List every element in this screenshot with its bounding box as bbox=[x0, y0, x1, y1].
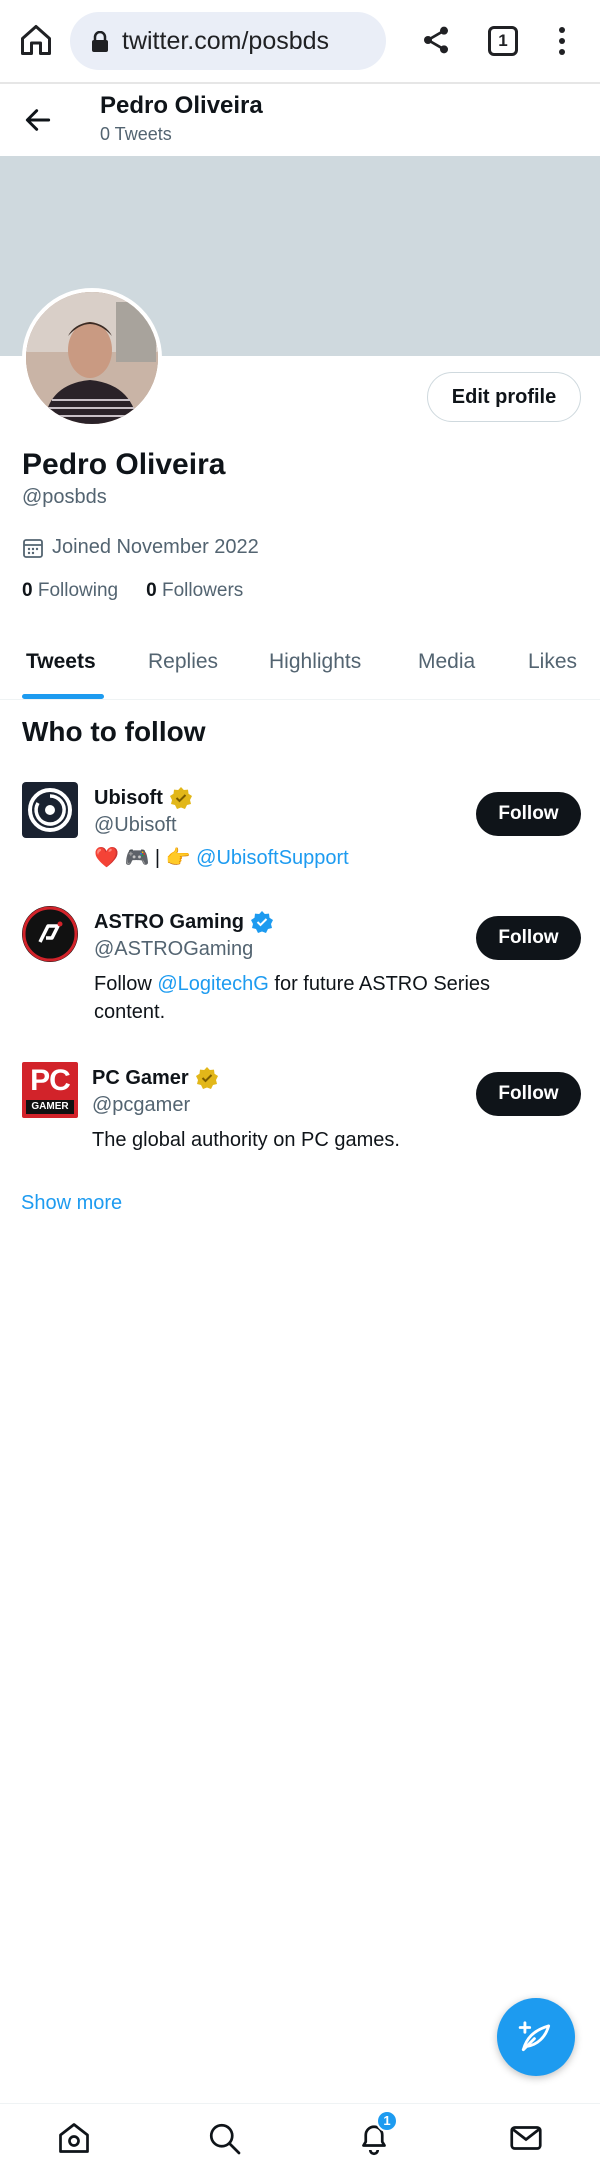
followers-link[interactable]: 0 Followers bbox=[146, 580, 243, 602]
gold-verified-icon bbox=[195, 1067, 218, 1089]
list-item[interactable]: ASTRO Gaming @ASTROGaming Follow @Logite… bbox=[0, 904, 600, 1034]
account-handle: @Ubisoft bbox=[94, 814, 177, 836]
pc-gamer-logo-text: PC bbox=[30, 1064, 71, 1097]
follow-button[interactable]: Follow bbox=[476, 916, 581, 960]
follow-button[interactable]: Follow bbox=[476, 792, 581, 836]
bio-text: Follow bbox=[94, 973, 158, 995]
messages-envelope-icon[interactable] bbox=[508, 2120, 544, 2156]
astro-gaming-logo bbox=[22, 906, 78, 962]
url-text: twitter.com/posbds bbox=[122, 27, 330, 55]
profile-top-bar: Pedro Oliveira 0 Tweets bbox=[0, 84, 600, 156]
account-name[interactable]: Ubisoft bbox=[94, 786, 193, 810]
tab-likes[interactable]: Likes bbox=[528, 650, 577, 674]
compose-feather-icon bbox=[518, 2021, 551, 2052]
notification-count-badge: 1 bbox=[376, 2110, 398, 2132]
gold-verified-icon bbox=[169, 787, 192, 809]
bottom-navigation bbox=[0, 2103, 600, 2167]
active-tab-indicator bbox=[22, 694, 104, 699]
following-link[interactable]: 0 Following bbox=[22, 580, 118, 602]
search-nav-icon[interactable] bbox=[206, 2120, 242, 2156]
pc-gamer-logo: PC GAMER bbox=[22, 1062, 78, 1118]
blue-verified-icon bbox=[251, 911, 274, 933]
tab-tweets[interactable]: Tweets bbox=[26, 650, 96, 674]
follow-button[interactable]: Follow bbox=[476, 1072, 581, 1116]
url-bar[interactable]: twitter.com/posbds bbox=[70, 12, 386, 70]
header-name: Pedro Oliveira bbox=[100, 92, 263, 119]
back-arrow-icon[interactable] bbox=[22, 104, 54, 136]
profile-name: Pedro Oliveira bbox=[22, 448, 226, 481]
account-name-text: PC Gamer bbox=[92, 1066, 189, 1089]
account-bio: ❤️ 🎮 | 👉 @UbisoftSupport bbox=[94, 844, 544, 872]
edit-profile-button[interactable]: Edit profile bbox=[427, 372, 581, 422]
share-icon[interactable] bbox=[420, 24, 452, 56]
home-icon[interactable] bbox=[18, 22, 54, 58]
account-name[interactable]: PC Gamer bbox=[92, 1066, 219, 1090]
joined-text: Joined November 2022 bbox=[52, 536, 259, 558]
who-to-follow-title: Who to follow bbox=[22, 716, 206, 747]
avatar-photo bbox=[26, 292, 158, 424]
following-label: Following bbox=[37, 580, 119, 601]
account-handle: @ASTROGaming bbox=[94, 938, 254, 960]
account-handle: @pcgamer bbox=[92, 1094, 191, 1116]
tab-highlights[interactable]: Highlights bbox=[269, 650, 361, 674]
account-name[interactable]: ASTRO Gaming bbox=[94, 910, 274, 934]
tab-switcher-button[interactable]: 1 bbox=[488, 26, 518, 56]
list-item[interactable]: PC GAMER PC Gamer @pcgamer The global au… bbox=[0, 1060, 600, 1170]
bio-text: ❤️ 🎮 | 👉 bbox=[94, 847, 197, 869]
bio-mention-link[interactable]: @UbisoftSupport bbox=[196, 847, 349, 869]
tab-media[interactable]: Media bbox=[418, 650, 475, 674]
follow-stats: 0 Following 0 Followers bbox=[22, 580, 271, 602]
tab-replies[interactable]: Replies bbox=[148, 650, 218, 674]
pc-gamer-logo-subtext: GAMER bbox=[26, 1100, 74, 1114]
account-bio: The global authority on PC games. bbox=[92, 1129, 400, 1151]
joined-date: Joined November 2022 bbox=[22, 536, 259, 559]
account-bio: Follow @LogitechG for future ASTRO Serie… bbox=[94, 970, 544, 1026]
list-item[interactable]: Ubisoft @Ubisoft ❤️ 🎮 | 👉 @UbisoftSuppor… bbox=[0, 780, 600, 880]
browser-toolbar: twitter.com/posbds 1 bbox=[0, 0, 600, 84]
followers-label: Followers bbox=[161, 580, 244, 601]
followers-count: 0 bbox=[146, 580, 157, 601]
calendar-icon bbox=[23, 538, 43, 558]
account-name-text: Ubisoft bbox=[94, 786, 163, 809]
profile-handle: @posbds bbox=[22, 486, 107, 508]
lock-icon bbox=[92, 31, 108, 52]
account-name-text: ASTRO Gaming bbox=[94, 910, 245, 933]
avatar[interactable] bbox=[22, 288, 162, 428]
compose-tweet-button[interactable] bbox=[497, 1998, 575, 2076]
home-nav-icon[interactable] bbox=[56, 2120, 92, 2156]
header-tweet-count: 0 Tweets bbox=[100, 124, 172, 144]
ubisoft-logo bbox=[22, 782, 78, 838]
following-count: 0 bbox=[22, 580, 33, 601]
show-more-link[interactable]: Show more bbox=[21, 1192, 122, 1215]
bio-mention-link[interactable]: @LogitechG bbox=[157, 973, 268, 995]
more-vert-icon[interactable] bbox=[550, 24, 574, 58]
profile-tabs: Tweets Replies Highlights Media Likes bbox=[0, 636, 600, 700]
